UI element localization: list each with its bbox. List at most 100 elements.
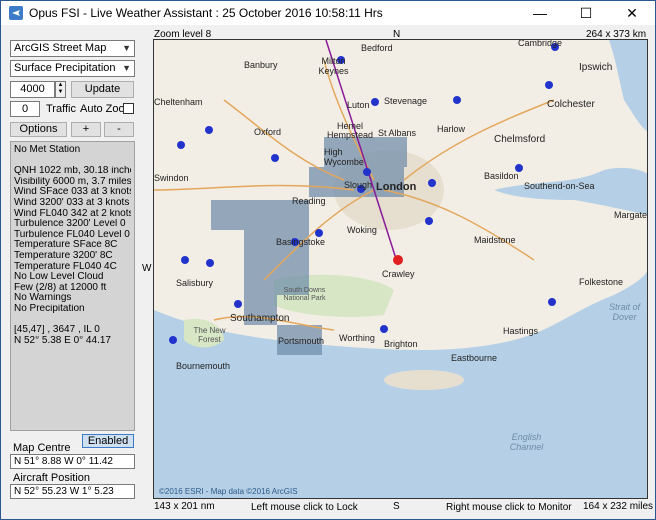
enabled-button[interactable]: Enabled bbox=[82, 434, 134, 448]
map-size-miles: 164 x 232 miles bbox=[583, 501, 654, 512]
met-info-line: Turbulence FL040 Level 0 bbox=[14, 229, 130, 240]
place-label: Woking bbox=[347, 225, 377, 235]
place-label: Folkestone bbox=[579, 277, 624, 287]
map-copyright: ©2016 ESRI - Map data ©2016 ArcGIS bbox=[159, 487, 298, 496]
place-label: Basingstoke bbox=[276, 237, 326, 247]
title-bar: Opus FSI - Live Weather Assistant : 25 O… bbox=[1, 1, 655, 25]
met-info-line: No Low Level Cloud bbox=[14, 272, 104, 283]
place-label: Worthing bbox=[339, 333, 375, 343]
compass-west: W bbox=[142, 263, 152, 274]
met-info-line: Wind 3200' 033 at 3 knots bbox=[14, 197, 130, 208]
urban-area bbox=[384, 370, 464, 390]
place-label: Margate bbox=[614, 210, 648, 220]
right-click-hint: Right mouse click to Monitor bbox=[446, 502, 572, 513]
station-marker bbox=[363, 168, 371, 176]
met-info-line: QNH 1022 mb, 30.18 inches bbox=[14, 166, 131, 177]
precip-cell bbox=[211, 200, 244, 230]
close-button[interactable]: ✕ bbox=[609, 1, 655, 25]
station-marker bbox=[169, 336, 177, 344]
met-info-line: Wind SFace 033 at 3 knots bbox=[14, 187, 131, 198]
water-label: Strait of Dover bbox=[608, 302, 640, 322]
met-info-line: No Met Station bbox=[14, 145, 81, 155]
layer-select[interactable]: Surface Precipitation ▼ bbox=[10, 60, 135, 77]
place-label: Chelmsford bbox=[494, 134, 546, 145]
water-label: English Channel bbox=[509, 432, 544, 452]
met-info-line: Turbulence 3200' Level 0 bbox=[14, 219, 126, 230]
altitude-spinner[interactable]: ▲ ▼ bbox=[55, 81, 66, 98]
met-info-line bbox=[14, 315, 131, 326]
window-title: Opus FSI - Live Weather Assistant : 25 O… bbox=[29, 6, 383, 20]
station-marker bbox=[234, 300, 242, 308]
update-button[interactable]: Update bbox=[71, 81, 134, 98]
place-label: Reading bbox=[292, 196, 326, 206]
maximize-button[interactable]: ☐ bbox=[563, 1, 609, 25]
met-info-line: No Precipitation bbox=[14, 303, 85, 314]
map-type-value: ArcGIS Street Map bbox=[14, 42, 107, 54]
app-icon bbox=[9, 6, 23, 20]
traffic-label: Traffic bbox=[46, 103, 76, 115]
map-centre-field[interactable]: N 51° 8.88 W 0° 11.42 bbox=[10, 454, 135, 469]
place-label: Brighton bbox=[384, 339, 418, 349]
station-marker bbox=[177, 141, 185, 149]
zoom-out-button[interactable]: - bbox=[104, 122, 134, 137]
station-marker bbox=[315, 229, 323, 237]
met-info-panel: No Met Station QNH 1022 mb, 30.18 inches… bbox=[10, 141, 135, 431]
app-window: Opus FSI - Live Weather Assistant : 25 O… bbox=[0, 0, 656, 520]
traffic-input[interactable]: 0 bbox=[10, 101, 40, 117]
autozoom-checkbox[interactable] bbox=[123, 103, 134, 114]
north-sea bbox=[609, 40, 647, 132]
place-label: Hastings bbox=[503, 326, 539, 336]
station-marker bbox=[425, 217, 433, 225]
place-label: Swindon bbox=[154, 173, 189, 183]
layer-value: Surface Precipitation bbox=[14, 62, 116, 74]
met-info-line: No Warnings bbox=[14, 293, 72, 304]
map-size-nm: 143 x 201 nm bbox=[154, 501, 215, 512]
minimize-button[interactable]: — bbox=[517, 1, 563, 25]
map-type-select[interactable]: ArcGIS Street Map ▼ bbox=[10, 40, 135, 57]
station-marker bbox=[271, 154, 279, 162]
station-marker bbox=[428, 179, 436, 187]
map-centre-label: Map Centre bbox=[13, 442, 71, 454]
altitude-input[interactable]: 4000 bbox=[10, 81, 55, 98]
place-label: Banbury bbox=[244, 60, 278, 70]
met-info-line bbox=[14, 156, 131, 167]
station-marker bbox=[205, 126, 213, 134]
met-info-line: Temperature SFace 8C bbox=[14, 240, 118, 251]
place-label: Harlow bbox=[437, 124, 466, 134]
place-label: Bournemouth bbox=[176, 361, 231, 371]
station-marker bbox=[371, 98, 379, 106]
station-marker bbox=[393, 255, 403, 265]
spin-down-icon[interactable]: ▼ bbox=[56, 89, 65, 96]
place-label: Milton Keynes bbox=[318, 56, 349, 76]
zoom-in-button[interactable]: + bbox=[71, 122, 101, 137]
station-marker bbox=[206, 259, 214, 267]
met-info-line: Visibility 6000 m, 3.7 miles bbox=[14, 176, 131, 187]
place-label: Stevenage bbox=[384, 96, 428, 106]
place-label: Southampton bbox=[230, 313, 290, 324]
place-label: Ipswich bbox=[579, 62, 613, 73]
aircraft-position-label: Aircraft Position bbox=[13, 472, 91, 484]
place-label: London bbox=[376, 181, 417, 193]
weather-map[interactable]: Bedford Milton Keynes Banbury Luton Stev… bbox=[153, 39, 648, 499]
place-label: Oxford bbox=[254, 127, 282, 137]
compass-south: S bbox=[393, 501, 400, 512]
aircraft-position-field[interactable]: N 52° 55.23 W 1° 5.23 bbox=[10, 484, 135, 499]
park-label: South Downs National Park bbox=[283, 287, 326, 302]
place-label: Cambridge bbox=[518, 39, 563, 48]
place-label: Southend-on-Sea bbox=[524, 181, 595, 191]
met-info-line: Few (2/8) at 12000 ft bbox=[14, 282, 107, 293]
chevron-down-icon: ▼ bbox=[122, 63, 131, 73]
place-label: Portsmouth bbox=[278, 336, 325, 346]
met-info-line: Temperature 3200' 8C bbox=[14, 250, 113, 261]
place-label: Basildon bbox=[484, 171, 519, 181]
met-info-line: Temperature FL040 4C bbox=[14, 261, 117, 272]
spin-up-icon[interactable]: ▲ bbox=[56, 82, 65, 89]
station-marker bbox=[181, 256, 189, 264]
options-button[interactable]: Options bbox=[10, 122, 67, 137]
station-marker bbox=[380, 325, 388, 333]
place-label: Maidstone bbox=[474, 235, 516, 245]
place-label: High Wycombe bbox=[324, 147, 364, 167]
met-info-line: [45,47] , 3647 , IL 0 bbox=[14, 325, 100, 336]
place-label: Crawley bbox=[382, 269, 415, 279]
place-label: Colchester bbox=[547, 99, 595, 110]
